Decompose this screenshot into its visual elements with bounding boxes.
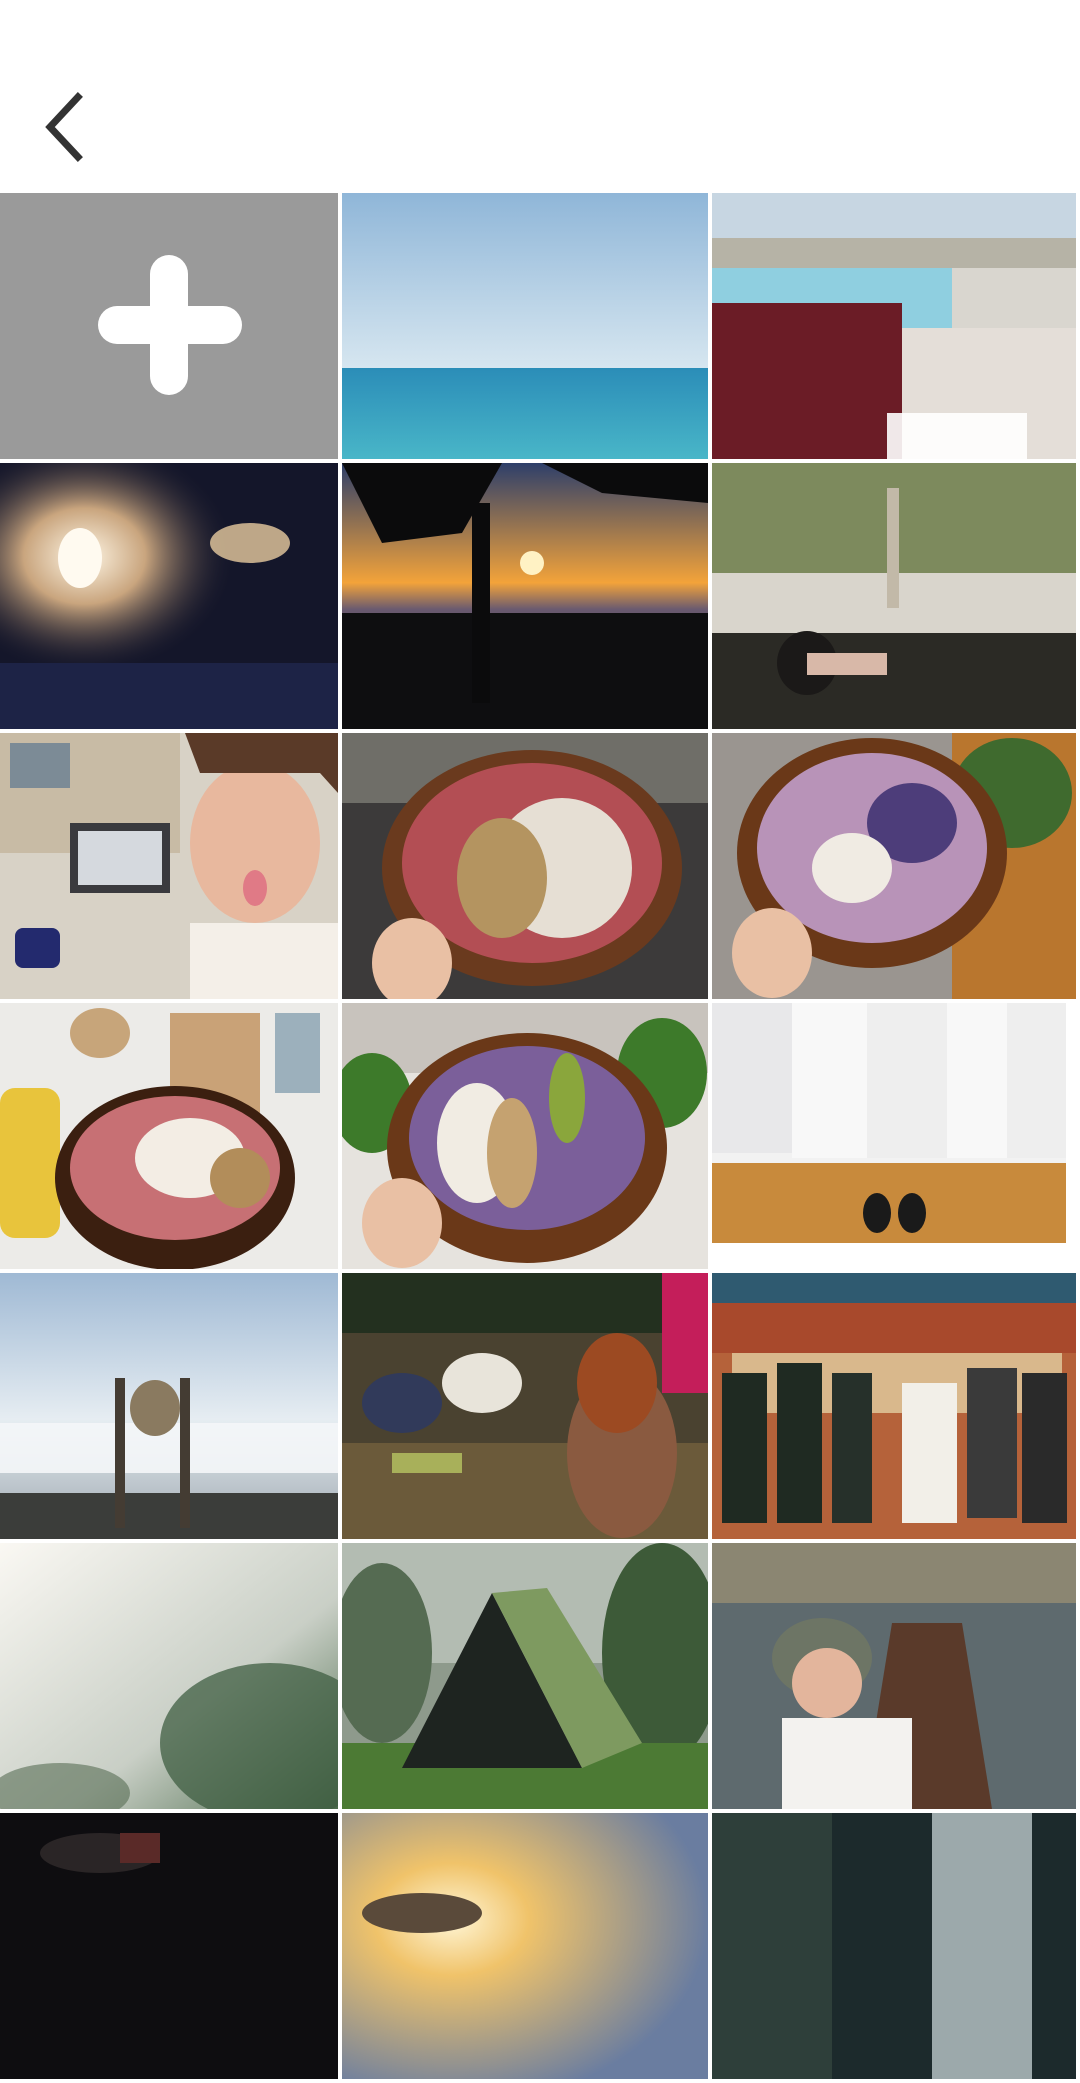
app-header	[0, 0, 1080, 193]
photo-a-frame-hut[interactable]	[342, 1543, 712, 1813]
image-thumbnail	[342, 1813, 708, 2079]
photo-brochure-sneakers[interactable]	[712, 1003, 1080, 1273]
image-thumbnail	[712, 193, 1076, 459]
photo-dancers-village[interactable]	[712, 1273, 1080, 1543]
image-thumbnail	[0, 1273, 338, 1539]
photo-sunset-jeep[interactable]	[342, 1813, 712, 2083]
image-thumbnail	[0, 733, 338, 999]
image-thumbnail	[712, 1273, 1076, 1539]
photo-sign-above-clouds[interactable]	[0, 1273, 342, 1543]
image-thumbnail	[342, 1003, 708, 1269]
chevron-left-icon	[45, 92, 83, 162]
image-thumbnail	[712, 733, 1076, 999]
photo-woman-canoe[interactable]	[712, 1543, 1080, 1813]
image-thumbnail	[712, 1543, 1076, 1809]
photo-woman-pool-rocks[interactable]	[712, 463, 1080, 733]
photo-smoothie-bowl-candle[interactable]	[0, 1003, 342, 1273]
photo-festival-crowd[interactable]	[342, 1273, 712, 1543]
image-thumbnail	[0, 1543, 338, 1809]
photo-pool-laptop[interactable]	[712, 193, 1080, 463]
image-thumbnail	[712, 463, 1076, 729]
plus-icon	[98, 255, 242, 395]
image-thumbnail	[712, 1813, 1076, 2079]
image-thumbnail	[342, 193, 708, 459]
back-button[interactable]	[30, 82, 100, 172]
image-thumbnail	[0, 1003, 338, 1269]
photo-misty-forest[interactable]	[0, 1543, 342, 1813]
image-thumbnail	[712, 1003, 1076, 1269]
photo-ocean-horizon[interactable]	[342, 193, 712, 463]
image-thumbnail	[342, 733, 708, 999]
photo-grid	[0, 193, 1080, 2083]
photo-beach-sunset[interactable]	[342, 463, 712, 733]
add-photo-button[interactable]	[0, 193, 342, 463]
image-thumbnail	[0, 463, 338, 729]
photo-smoothie-bowl-purple[interactable]	[712, 733, 1080, 1003]
image-thumbnail	[342, 1273, 708, 1539]
photo-airplane-cabin[interactable]	[0, 463, 342, 733]
photo-dark-car[interactable]	[0, 1813, 342, 2083]
image-thumbnail	[0, 1813, 338, 2079]
photo-waterfall[interactable]	[712, 1813, 1080, 2083]
image-thumbnail	[342, 1543, 708, 1809]
image-thumbnail	[342, 463, 708, 729]
photo-smoothie-bowl-kiwi[interactable]	[342, 1003, 712, 1273]
photo-smoothie-bowl-red[interactable]	[342, 733, 712, 1003]
photo-selfie-tongue-laptop[interactable]	[0, 733, 342, 1003]
